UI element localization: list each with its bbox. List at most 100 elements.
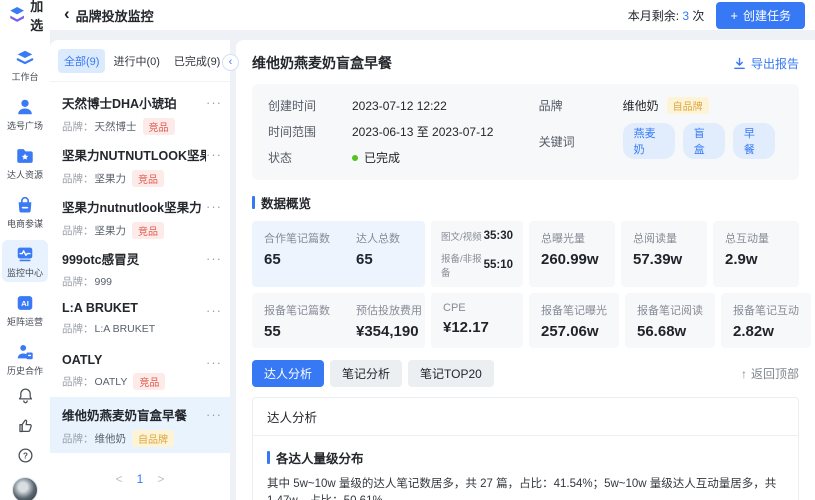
brand-label: 品牌： [62, 119, 94, 134]
tab-in-progress[interactable]: 进行中(0) [107, 49, 165, 73]
more-menu-icon[interactable]: ··· [206, 199, 222, 214]
prev-page-icon[interactable]: < [116, 472, 123, 486]
brand-tag: 竞品 [132, 170, 164, 187]
task-list-item[interactable]: OATLY 品牌： OATLY 竞品 ··· [50, 345, 230, 397]
overview-metrics-row1: 合作笔记篇数 65 达人总数 65 图文/视频 35:30 报备/非报备 55:… [252, 221, 799, 287]
metric-value: 260.99w [541, 251, 603, 268]
sidebar-item-label: 矩阵运营 [2, 315, 48, 328]
sidebar-item-label: 电商参谋 [2, 217, 48, 230]
task-detail-panel: 维他奶燕麦奶盲盒早餐 导出报告 创建时间 2023-07-12 12:22 时间… [236, 40, 815, 500]
page-number[interactable]: 1 [137, 472, 144, 486]
overview-metrics-row2: 报备笔记篇数 55 预估投放费用 ¥354,190 CPE ¥12.17 报备笔… [252, 293, 799, 348]
brand-name: 坚果力 [95, 171, 127, 186]
metric-label: CPE [443, 302, 511, 314]
user-avatar[interactable] [12, 477, 38, 500]
create-task-button[interactable]: + 创建任务 [716, 2, 805, 29]
brand-name: 999 [95, 276, 113, 288]
task-title: L:A BRUKET [62, 301, 206, 315]
more-menu-icon[interactable]: ··· [206, 95, 222, 110]
metric-label: 图文/视频 [441, 229, 482, 243]
tab-note-analysis[interactable]: 笔记分析 [330, 360, 402, 387]
task-list-item[interactable]: 坚果力nutnutlook坚果力 品牌： 坚果力 竞品 ··· [50, 189, 230, 241]
collapse-panel-button[interactable]: ‹ [222, 54, 239, 71]
metric-value: 55:10 [484, 259, 513, 271]
more-menu-icon[interactable]: ··· [206, 147, 222, 162]
sidebar-item-matrix[interactable]: AI 矩阵运营 [2, 289, 48, 331]
status-label: 状态 [268, 149, 352, 166]
talent-analysis-card: 达人分析 各达人量级分布 其中 5w~10w 量级的达人笔记数居多，共 27 篇… [252, 397, 799, 500]
metric-value: 57.39w [633, 251, 695, 268]
metric-card-reported-reads: 报备笔记阅读 56.68w [625, 293, 715, 348]
task-list-item[interactable]: 999otc感冒灵 品牌： 999 ··· [50, 241, 230, 293]
brand-label: 品牌： [62, 171, 94, 186]
task-list-item[interactable]: L:A BRUKET 品牌： L:A BRUKET ··· [50, 293, 230, 345]
sidebar-item-workbench[interactable]: 工作台 [2, 44, 48, 86]
task-title: OATLY [62, 353, 206, 367]
tab-all[interactable]: 全部(9) [58, 49, 105, 73]
metric-card-reported-engagement: 报备笔记互动 2.82w [721, 293, 811, 348]
more-menu-icon[interactable]: ··· [206, 407, 222, 422]
overview-section-title: 数据概览 [261, 193, 311, 212]
bell-icon[interactable] [17, 387, 34, 404]
tab-talent-analysis[interactable]: 达人分析 [252, 360, 324, 387]
metric-label: 总曝光量 [541, 230, 603, 246]
tab-note-top20[interactable]: 笔记TOP20 [408, 360, 494, 387]
brand-tag: 自品牌 [132, 430, 174, 447]
metric-card-notes-talents: 合作笔记篇数 65 达人总数 65 [252, 221, 425, 287]
metric-value: 2.82w [733, 323, 799, 340]
back-to-top-label: 返回顶部 [751, 365, 799, 382]
ai-icon: AI [15, 293, 35, 313]
level-section-title: 各达人量级分布 [276, 448, 364, 467]
metric-label: 报备笔记篇数 [264, 302, 330, 318]
section-accent-bar [252, 196, 255, 209]
keyword-pill: 燕麦奶 [623, 123, 675, 159]
sidebar-item-ecommerce[interactable]: 电商参谋 [2, 191, 48, 233]
task-title: 999otc感冒灵 [62, 249, 206, 268]
bag-icon [15, 195, 35, 215]
metric-value: 65 [264, 251, 330, 268]
metric-label: 报备笔记阅读 [637, 302, 703, 318]
app-logo[interactable]: 加选 [8, 0, 54, 34]
feedback-icon[interactable] [17, 417, 34, 434]
sidebar-item-history[interactable]: 历史合作 [2, 338, 48, 380]
more-menu-icon[interactable]: ··· [206, 251, 222, 266]
brand-name: L:A BRUKET [95, 323, 156, 335]
range-value: 2023-06-13 至 2023-07-12 [352, 123, 493, 140]
page-title: 品牌投放监控 [76, 6, 154, 25]
task-list-item[interactable]: 天然博士DHA小琥珀 品牌： 天然博士 竞品 ··· [50, 85, 230, 137]
metric-label: 预估投放费用 [356, 302, 422, 318]
help-icon[interactable]: ? [17, 447, 34, 464]
brand-name: 天然博士 [95, 119, 137, 134]
task-list-item-selected[interactable]: 维他奶燕麦奶盲盒早餐 品牌： 维他奶 自品牌 ··· [50, 397, 230, 453]
person-icon [15, 97, 35, 117]
export-report-button[interactable]: 导出报告 [733, 55, 799, 72]
back-to-top-button[interactable]: ↑ 返回顶部 [741, 365, 799, 382]
metric-value: 55 [264, 323, 330, 340]
sidebar-item-resources[interactable]: 达人资源 [2, 142, 48, 184]
brand-name: 维他奶 [95, 431, 127, 446]
metric-label: 报备笔记互动 [733, 302, 799, 318]
download-icon [733, 57, 746, 70]
workbench-icon [15, 48, 35, 68]
status-value: 已完成 [364, 149, 400, 166]
back-icon[interactable]: ‹ [64, 4, 70, 24]
tab-completed[interactable]: 已完成(9) [168, 49, 226, 73]
level-section-header: 各达人量级分布 [267, 448, 784, 467]
more-menu-icon[interactable]: ··· [206, 303, 222, 318]
metric-value: 2.9w [725, 251, 787, 268]
sidebar-item-plaza[interactable]: 选号广场 [2, 93, 48, 135]
history-person-icon [15, 342, 35, 362]
metric-card-cpe: CPE ¥12.17 [431, 293, 523, 348]
task-list-item[interactable]: 坚果力NUTNUTLOOK坚果力... 品牌： 坚果力 竞品 ··· [50, 137, 230, 189]
status-dot [352, 155, 358, 161]
brand-tag: 竞品 [133, 373, 165, 390]
metric-card-ratios: 图文/视频 35:30 报备/非报备 55:10 [431, 221, 523, 287]
next-page-icon[interactable]: > [157, 472, 164, 486]
more-menu-icon[interactable]: ··· [206, 355, 222, 370]
sidebar-item-label: 监控中心 [2, 266, 48, 279]
keyword-pill: 盲盒 [683, 123, 725, 159]
brand-name: OATLY [95, 376, 128, 388]
svg-text:AI: AI [21, 299, 29, 308]
sidebar-item-monitoring[interactable]: 监控中心 [2, 240, 48, 282]
range-label: 时间范围 [268, 123, 352, 140]
